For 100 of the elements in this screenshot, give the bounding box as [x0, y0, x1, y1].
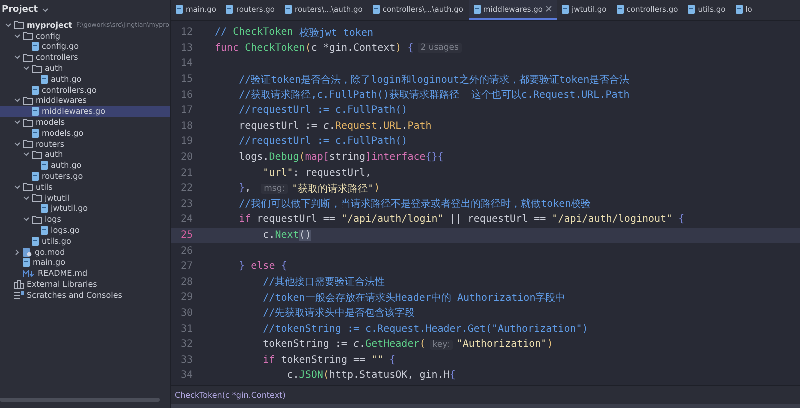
file-icon — [688, 4, 696, 14]
tree-item-label: models — [36, 118, 66, 128]
code-token: "" — [372, 354, 384, 366]
close-icon[interactable] — [546, 6, 552, 12]
code-comment: //tokenString := c.Request.Header.Get("Authorization") — [262, 324, 588, 335]
tree-item[interactable]: models — [0, 117, 170, 128]
markdown-icon — [23, 270, 35, 278]
inlay-hint: msg: — [261, 184, 288, 194]
breadcrumb[interactable]: CheckToken(c *gin.Context) — [175, 390, 286, 400]
chevron-down-icon[interactable] — [22, 217, 30, 222]
chevron-down-icon[interactable] — [4, 22, 12, 28]
tree-item[interactable]: models.go — [0, 128, 170, 139]
chevron-down-icon[interactable] — [22, 152, 30, 158]
code-token: . — [360, 339, 366, 350]
code-comment: CheckToken — [233, 27, 294, 38]
code-token: "Authorization" — [456, 339, 548, 350]
file-icon — [474, 4, 480, 14]
tree-item[interactable]: auth — [0, 150, 170, 160]
inlay-hint: key: — [430, 340, 453, 350]
code-comment: //先获取请求头中是否包含该字段 — [262, 306, 416, 320]
tree-item[interactable]: External Libraries — [0, 279, 170, 290]
file-icon — [23, 258, 30, 268]
tree-item[interactable]: main.go — [0, 258, 170, 268]
tree-item-label: config.go — [42, 42, 79, 52]
tree-item[interactable]: middlewares — [0, 96, 170, 106]
file-icon — [32, 86, 39, 95]
code-token: Next — [275, 230, 300, 242]
tree-item[interactable]: config.go — [0, 42, 170, 52]
code-token: . — [402, 120, 408, 132]
line-number: 21 — [180, 168, 193, 179]
tree-item[interactable]: controllers — [0, 52, 170, 64]
code-token: map — [305, 152, 324, 164]
tree-item[interactable]: README.md — [0, 268, 170, 280]
file-icon — [616, 4, 624, 14]
code-token: ) — [396, 42, 402, 54]
file-icon — [32, 128, 39, 138]
code-token: GetHeader — [366, 339, 420, 350]
file-icon — [41, 74, 48, 84]
chevron-down-icon[interactable] — [14, 120, 20, 126]
chevron-down-icon[interactable] — [14, 184, 20, 190]
code-token: URL — [384, 120, 402, 132]
line-number: 17 — [180, 105, 193, 116]
tree-item[interactable]: utils — [0, 182, 170, 193]
line-number: 22 — [180, 183, 193, 194]
code-token: { — [450, 370, 456, 382]
code-comment: //token一般会存放在请求头Header中的 Authorization字段中 — [262, 292, 566, 305]
code-token: { — [388, 354, 396, 366]
tree-item[interactable]: jwtutil — [0, 192, 170, 204]
tree-item-label: models.go — [42, 128, 84, 138]
tree-item-label: Scratches and Consoles — [27, 290, 122, 300]
horizontal-scrollbar[interactable] — [0, 398, 160, 402]
code-token: || requestUrl == — [448, 214, 548, 226]
file-icon — [372, 4, 380, 14]
tree-item[interactable]: auth.go — [0, 160, 170, 172]
tree-item[interactable]: auth.go — [0, 74, 170, 85]
tree-item-label: utils — [36, 182, 53, 192]
line-number: 27 — [180, 261, 193, 272]
file-icon — [32, 107, 39, 116]
chevron-down-icon[interactable] — [14, 142, 20, 147]
tree-item[interactable]: logs — [0, 214, 170, 226]
chevron-down-icon[interactable] — [42, 8, 50, 12]
line-number: 13 — [180, 42, 193, 54]
code-token: () — [299, 230, 312, 242]
chevron-right-icon[interactable] — [14, 248, 20, 256]
tree-item[interactable]: Scratches and Consoles — [0, 290, 170, 301]
library-icon — [14, 280, 24, 290]
tree-item[interactable]: routers.go — [0, 171, 170, 182]
tree-item[interactable]: middlewares.go — [0, 106, 170, 118]
code-token: "/api/auth/loginout" — [552, 214, 673, 226]
code-token: string — [329, 152, 366, 164]
chevron-down-icon[interactable] — [14, 34, 20, 39]
tree-item[interactable]: config — [0, 30, 170, 42]
tree-item[interactable]: jwtutil.go — [0, 204, 170, 214]
tree-item[interactable]: logs.go — [0, 225, 170, 236]
tree-item[interactable]: controllers.go — [0, 84, 170, 96]
file-icon — [562, 4, 570, 14]
file-icon — [41, 204, 48, 214]
code-token: tokenString := — [262, 339, 348, 350]
file-icon — [32, 236, 39, 246]
code-token: : requestUrl, — [293, 168, 372, 179]
line-number: 24 — [180, 214, 193, 226]
tree-item[interactable]: routers — [0, 138, 170, 150]
tree-item[interactable]: auth — [0, 63, 170, 74]
code-token: JSON — [299, 370, 324, 382]
tree-item-label: jwtutil — [45, 194, 70, 203]
code-token: c. — [286, 370, 300, 382]
code-comment: //获取请求路径,c.FullPath()获取请求群路径 这个也可以c.Request.URL.Path — [238, 88, 630, 102]
code-token: ( — [323, 370, 330, 382]
code-comment: //验证token是否合法，除了login和loginout之外的请求，都要验证token是否合法 — [238, 74, 630, 87]
tree-item[interactable]: go.mod — [0, 246, 170, 258]
tree-item-label: main.go — [33, 258, 66, 268]
chevron-down-icon[interactable] — [14, 98, 20, 104]
chevron-down-icon[interactable] — [14, 55, 20, 60]
chevron-down-icon[interactable] — [22, 66, 30, 72]
inlay-hint: 2 usages — [418, 43, 462, 54]
chevron-down-icon[interactable] — [22, 196, 30, 201]
tree-item[interactable]: utils.go — [0, 236, 170, 247]
panel-title[interactable]: Project — [2, 5, 38, 15]
code-token: c — [323, 120, 330, 132]
code-token: requestUrl := — [238, 120, 318, 132]
